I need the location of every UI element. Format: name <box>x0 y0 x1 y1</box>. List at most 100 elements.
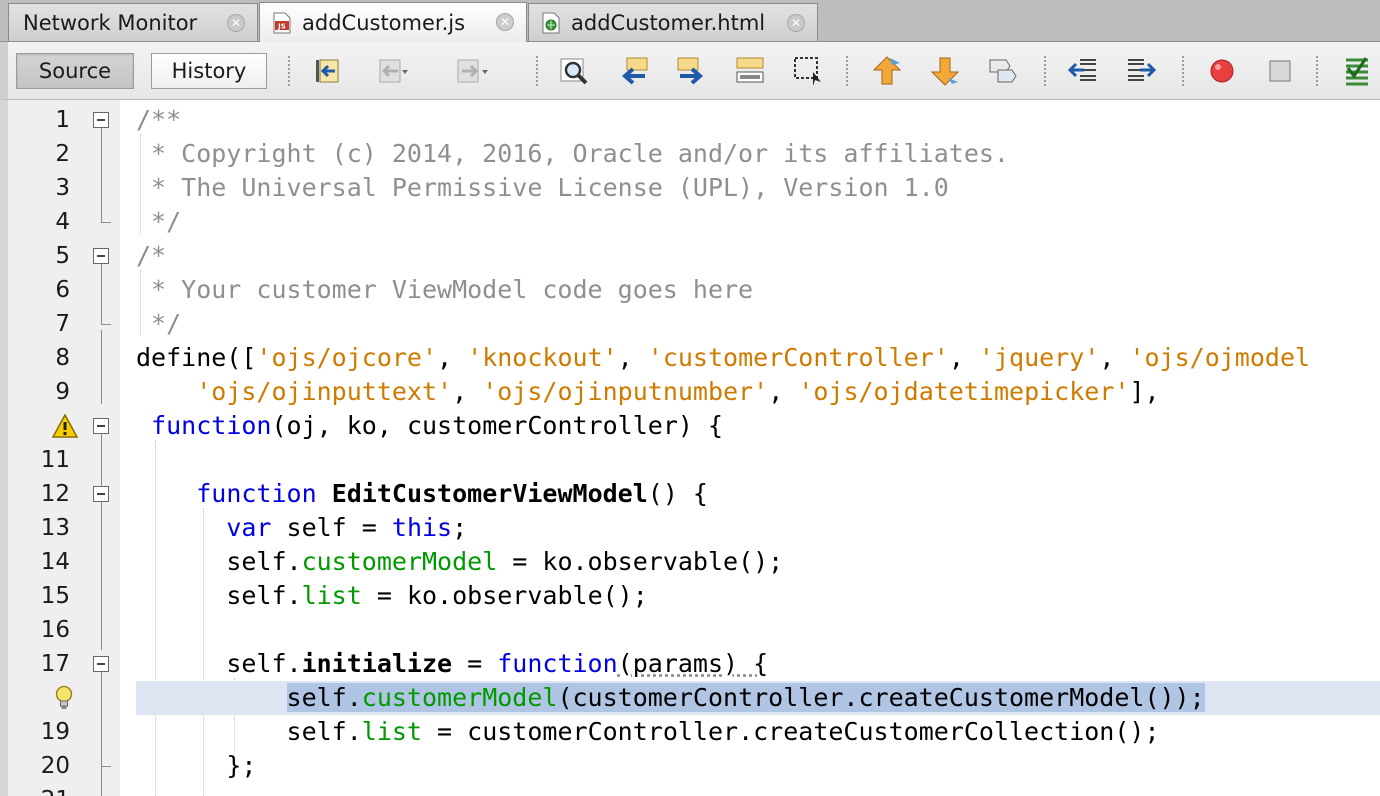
previous-bookmark-icon[interactable] <box>870 54 904 88</box>
warning-icon[interactable] <box>52 414 78 438</box>
line-number: 13 <box>40 515 70 541</box>
code-text: /** <box>136 105 182 134</box>
toolbar-separator <box>536 56 538 86</box>
stop-macro-recording-icon[interactable] <box>1263 54 1297 88</box>
code-text: * The Universal Permissive License (UPL)… <box>136 173 949 202</box>
toggle-bookmark-icon[interactable] <box>986 54 1020 88</box>
code-token: define([ <box>136 343 257 372</box>
line-number: 14 <box>40 549 70 575</box>
tab-addcustomer-html[interactable]: addCustomer.html ✕ <box>528 3 818 41</box>
html-file-icon <box>542 12 560 33</box>
property-token: customerModel <box>361 683 558 712</box>
code-token: , <box>437 343 468 372</box>
history-button[interactable]: History <box>151 53 267 89</box>
code-line: 7 */ <box>0 307 1380 341</box>
code-text: self.initialize = function(params) { <box>136 647 768 681</box>
fold-toggle-icon[interactable] <box>93 248 109 264</box>
code-text: self.list = customerController.createCus… <box>136 715 1160 749</box>
source-button[interactable]: Source <box>16 53 134 89</box>
toggle-highlight-search-icon[interactable] <box>733 54 767 88</box>
fold-toggle-icon[interactable] <box>93 486 109 502</box>
code-text: * Your customer ViewModel code goes here <box>136 275 754 304</box>
code-text: var self = this; <box>136 511 467 545</box>
code-token: ], <box>1129 377 1160 406</box>
lightbulb-hint-icon[interactable] <box>54 685 74 711</box>
code-line: 19 self.list = customerController.create… <box>0 715 1380 749</box>
check-file-icon[interactable] <box>1340 54 1374 88</box>
code-token: self. <box>286 683 362 712</box>
function-name-token: EditCustomerViewModel <box>331 479 648 508</box>
fold-toggle-icon[interactable] <box>93 418 109 434</box>
code-token: self. <box>226 581 302 610</box>
line-number: 1 <box>55 107 70 133</box>
forward-icon[interactable] <box>454 54 488 88</box>
keyword-token: function <box>151 411 272 440</box>
string-token: 'jquery' <box>978 343 1100 372</box>
function-name-token: initialize <box>301 649 453 678</box>
tab-network-monitor[interactable]: Network Monitor ✕ <box>8 3 258 41</box>
toggle-rectangular-selection-icon[interactable] <box>791 54 825 88</box>
line-number: 3 <box>55 175 70 201</box>
code-line: function(oj, ko, customerController) { <box>0 409 1380 443</box>
code-token: = ko.observable(); <box>361 581 648 610</box>
code-line: 8 define(['ojs/ojcore', 'knockout', 'cus… <box>0 341 1380 375</box>
code-line-current: self.customerModel(customerController.cr… <box>0 681 1380 715</box>
code-line: 12 function EditCustomerViewModel() { <box>0 477 1380 511</box>
code-token: self = <box>271 513 392 542</box>
toolbar-separator <box>1182 56 1184 86</box>
editor-tab-bar: Network Monitor ✕ JS addCustomer.js ✕ ad… <box>0 0 1380 42</box>
code-line: 5 /* <box>0 239 1380 273</box>
close-tab-icon[interactable]: ✕ <box>496 13 514 31</box>
line-number: 17 <box>40 651 70 677</box>
start-macro-recording-icon[interactable] <box>1205 54 1239 88</box>
find-previous-icon[interactable] <box>617 54 651 88</box>
code-line: 14 self.customerModel = ko.observable(); <box>0 545 1380 579</box>
string-token: 'ojs/ojmodel <box>1129 343 1311 372</box>
code-text: 'ojs/ojinputtext', 'ojs/ojinputnumber', … <box>136 375 1160 409</box>
code-line: 15 self.list = ko.observable(); <box>0 579 1380 613</box>
tab-addcustomer-js[interactable]: JS addCustomer.js ✕ <box>259 2 527 42</box>
code-line: 2 * Copyright (c) 2014, 2016, Oracle and… <box>0 137 1380 171</box>
close-tab-icon[interactable]: ✕ <box>787 14 805 32</box>
string-token: 'ojs/ojcore' <box>256 343 438 372</box>
toolbar-separator <box>1044 56 1046 86</box>
code-token: (oj, ko, customerController) { <box>271 411 724 440</box>
line-number: 2 <box>55 141 70 167</box>
code-token: (params) { <box>617 649 769 678</box>
tab-label: addCustomer.html <box>571 10 766 35</box>
toolbar-separator <box>846 56 848 86</box>
find-selection-icon[interactable] <box>558 54 592 88</box>
selected-text[interactable]: self.customerModel(customerController.cr… <box>286 683 1205 712</box>
shift-line-left-icon[interactable] <box>1066 54 1100 88</box>
fold-toggle-icon[interactable] <box>93 656 109 672</box>
close-tab-icon[interactable]: ✕ <box>227 14 245 32</box>
line-number: 19 <box>40 719 70 745</box>
next-bookmark-icon[interactable] <box>928 54 962 88</box>
fold-toggle-icon[interactable] <box>93 112 109 128</box>
code-token: self. <box>226 547 302 576</box>
code-token: , <box>452 377 483 406</box>
code-text: self.customerModel = ko.observable(); <box>136 545 783 579</box>
find-next-icon[interactable] <box>674 54 708 88</box>
code-token: self. <box>286 717 362 746</box>
line-number: 8 <box>55 345 70 371</box>
back-icon[interactable] <box>374 54 408 88</box>
code-line: 6 * Your customer ViewModel code goes he… <box>0 273 1380 307</box>
shift-line-right-icon[interactable] <box>1124 54 1158 88</box>
string-token: 'ojs/ojinputtext' <box>196 377 453 406</box>
last-edit-icon[interactable] <box>311 54 345 88</box>
code-token: () { <box>647 479 708 508</box>
line-number: 6 <box>55 277 70 303</box>
line-number: 7 <box>55 311 70 337</box>
code-editor[interactable]: 1 /** 2 * Copyright (c) 2014, 2016, Orac… <box>0 100 1380 796</box>
code-line: 3 * The Universal Permissive License (UP… <box>0 171 1380 205</box>
code-token: , <box>1099 343 1130 372</box>
code-token: = ko.observable(); <box>497 547 784 576</box>
code-text: function(oj, ko, customerController) { <box>136 409 723 443</box>
line-number: 21 <box>8 783 70 796</box>
